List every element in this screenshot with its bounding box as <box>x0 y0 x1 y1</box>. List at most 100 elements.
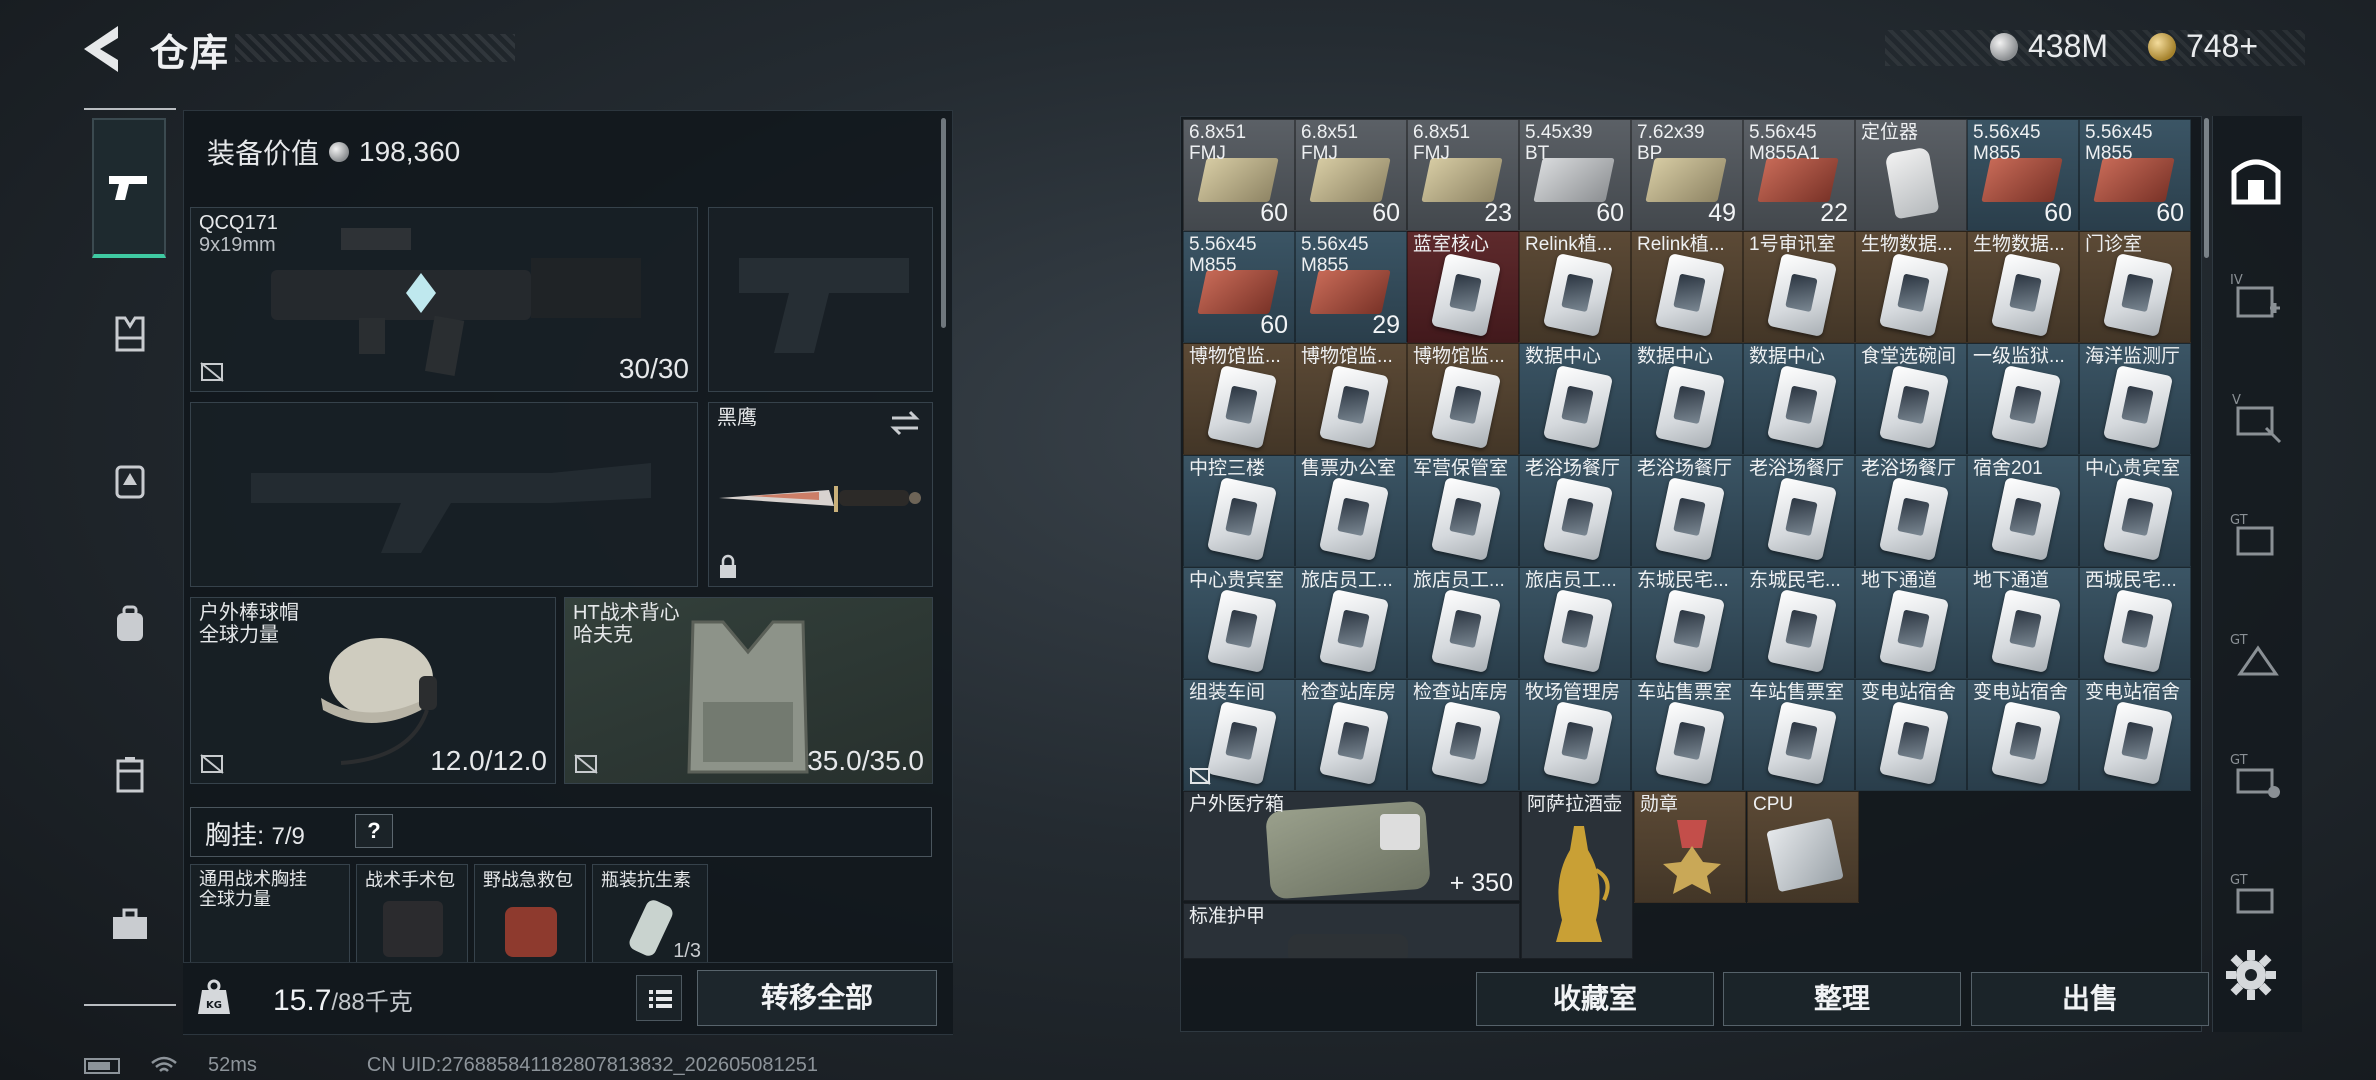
stash-cell[interactable]: 中心贵宾室 <box>1183 567 1295 679</box>
stash-cell[interactable]: 博物馆监... <box>1295 343 1407 455</box>
stash-tab-iv-icon[interactable]: IV <box>2226 268 2286 328</box>
organize-button[interactable]: 整理 <box>1723 972 1961 1026</box>
stash-cell[interactable]: 东城民宅... <box>1743 567 1855 679</box>
help-button[interactable]: ? <box>355 814 393 848</box>
stash-cell[interactable]: 数据中心 <box>1743 343 1855 455</box>
stash-cell[interactable]: 5.56x45 M855A1 22 <box>1743 119 1855 231</box>
stash-tab-gt4-icon[interactable]: GT <box>2226 868 2286 928</box>
list-view-button[interactable] <box>636 975 682 1021</box>
stash-item-flask[interactable]: 阿萨拉酒壶 <box>1521 791 1633 959</box>
sidebar-item-weapons[interactable] <box>92 118 166 258</box>
stash-cell[interactable]: 6.8x51 FMJ 60 <box>1295 119 1407 231</box>
back-button[interactable] <box>80 22 130 76</box>
melee-slot[interactable]: 黑鹰 <box>708 402 933 587</box>
helmet-slot[interactable]: 户外棒球帽 全球力量 12.0/12.0 <box>190 597 556 784</box>
stash-cell[interactable]: 变电站宿舍 <box>2079 679 2191 791</box>
stash-cell[interactable]: 食堂选碗间 <box>1855 343 1967 455</box>
stash-cell[interactable]: 东城民宅... <box>1631 567 1743 679</box>
chest-item-surgery-kit[interactable]: 战术手术包 <box>356 864 468 964</box>
stash-item-medal[interactable]: 勋章 <box>1634 791 1746 903</box>
stash-cell[interactable]: 生物数据... <box>1967 231 2079 343</box>
stash-cell[interactable]: 博物馆监... <box>1183 343 1295 455</box>
stash-cell[interactable]: 5.56x45 M855 60 <box>1967 119 2079 231</box>
swap-icon[interactable] <box>888 409 922 437</box>
stash-cell[interactable]: 车站售票室 <box>1631 679 1743 791</box>
stash-cell[interactable]: 5.56x45 M855 29 <box>1295 231 1407 343</box>
stash-cell[interactable]: 宿舍201 <box>1967 455 2079 567</box>
stash-item-standard-armor[interactable]: 标准护甲 <box>1183 903 1520 959</box>
armor-slot[interactable]: HT战术背心 哈夫克 35.0/35.0 <box>564 597 933 784</box>
stash-tab-v-icon[interactable]: V <box>2226 388 2286 448</box>
sidebar-item-id-bag[interactable] <box>94 444 166 516</box>
stash-tab-gt2-icon[interactable]: GT <box>2226 628 2286 688</box>
chest-item-first-aid[interactable]: 野战急救包 <box>474 864 586 964</box>
stash-cell[interactable]: 军营保管室 <box>1407 455 1519 567</box>
stash-tab-gt1-icon[interactable]: GT <box>2226 508 2286 568</box>
battery-icon <box>84 1057 120 1074</box>
stash-cell[interactable]: 门诊室 <box>2079 231 2191 343</box>
stash-cell[interactable]: 5.45x39 BT 60 <box>1519 119 1631 231</box>
equipment-scrollbar[interactable] <box>941 118 946 328</box>
stash-cell[interactable]: 变电站宿舍 <box>1855 679 1967 791</box>
stash-cell[interactable]: Relink植... <box>1519 231 1631 343</box>
sidebar-item-tools[interactable] <box>94 888 166 960</box>
stash-cell[interactable]: 西城民宅... <box>2079 567 2191 679</box>
gold-currency[interactable]: 748+ <box>2148 28 2258 65</box>
stash-cell[interactable]: 7.62x39 BP 49 <box>1631 119 1743 231</box>
sidebar-item-backpack[interactable] <box>94 588 166 660</box>
stash-cell[interactable]: 售票办公室 <box>1295 455 1407 567</box>
stash-cell[interactable]: 5.56x45 M855 60 <box>2079 119 2191 231</box>
stash-cell[interactable]: 定位器 <box>1855 119 1967 231</box>
keycard-icon <box>1542 364 1614 450</box>
stash-cell[interactable]: 老浴场餐厅 <box>1855 455 1967 567</box>
stash-cell[interactable]: 海洋监测厅 <box>2079 343 2191 455</box>
stash-cell[interactable]: 蓝室核心 <box>1407 231 1519 343</box>
sidearm-slot[interactable] <box>708 207 933 392</box>
stash-cell[interactable]: 组装车间 <box>1183 679 1295 791</box>
stash-cell[interactable]: 6.8x51 FMJ 23 <box>1407 119 1519 231</box>
secondary-weapon-slot[interactable] <box>190 402 698 587</box>
stash-cell[interactable]: 检查站库房 <box>1295 679 1407 791</box>
stash-cell[interactable]: 6.8x51 FMJ 60 <box>1183 119 1295 231</box>
stash-tab-gt3-icon[interactable]: GT <box>2226 748 2286 808</box>
stash-item-cpu[interactable]: CPU <box>1747 791 1859 903</box>
stash-cell[interactable]: 旅店员工... <box>1407 567 1519 679</box>
stash-cell[interactable]: 5.56x45 M855 60 <box>1183 231 1295 343</box>
primary-weapon-slot[interactable]: QCQ171 9x19mm 30/30 <box>190 207 698 392</box>
helmet-brand: 全球力量 <box>199 624 279 646</box>
sidebar-item-container[interactable] <box>94 738 166 810</box>
stash-cell[interactable]: 中控三楼 <box>1183 455 1295 567</box>
stash-item-name: 5.56x45 M855 <box>1301 234 1369 276</box>
transfer-all-button[interactable]: 转移全部 <box>697 970 937 1026</box>
stash-cell[interactable]: 变电站宿舍 <box>1967 679 2079 791</box>
sidebar-item-armor[interactable] <box>94 298 166 370</box>
stash-cell[interactable]: Relink植... <box>1631 231 1743 343</box>
stash-cell[interactable]: 中心贵宾室 <box>2079 455 2191 567</box>
stash-cell[interactable]: 数据中心 <box>1519 343 1631 455</box>
stash-cell[interactable]: 生物数据... <box>1855 231 1967 343</box>
stash-cell[interactable]: 车站售票室 <box>1743 679 1855 791</box>
stash-cell[interactable]: 老浴场餐厅 <box>1631 455 1743 567</box>
stash-cell[interactable]: 检查站库房 <box>1407 679 1519 791</box>
stash-scrollbar[interactable] <box>2204 118 2209 258</box>
chest-item-antibiotics[interactable]: 瓶装抗生素 1/3 <box>592 864 708 964</box>
stash-cell[interactable]: 老浴场餐厅 <box>1519 455 1631 567</box>
stash-cell[interactable]: 1号审讯室 <box>1743 231 1855 343</box>
equipment-value: 装备价值 198,360 <box>207 132 460 172</box>
collection-room-button[interactable]: 收藏室 <box>1476 972 1714 1026</box>
stash-cell[interactable]: 地下通道 <box>1967 567 2079 679</box>
sell-button[interactable]: 出售 <box>1971 972 2209 1026</box>
stash-cell[interactable]: 数据中心 <box>1631 343 1743 455</box>
settings-gear-icon[interactable] <box>2222 946 2280 1004</box>
stash-cell[interactable]: 旅店员工... <box>1295 567 1407 679</box>
stash-main-tab-icon[interactable] <box>2226 150 2286 210</box>
stash-item-medkit[interactable]: 户外医疗箱 + 350 <box>1183 791 1520 901</box>
stash-cell[interactable]: 地下通道 <box>1855 567 1967 679</box>
chest-rig-slot[interactable]: 通用战术胸挂 全球力量 <box>190 864 350 964</box>
stash-cell[interactable]: 博物馆监... <box>1407 343 1519 455</box>
stash-cell[interactable]: 旅店员工... <box>1519 567 1631 679</box>
silver-currency[interactable]: 438M <box>1990 28 2108 65</box>
stash-cell[interactable]: 老浴场餐厅 <box>1743 455 1855 567</box>
stash-cell[interactable]: 牧场管理房 <box>1519 679 1631 791</box>
stash-cell[interactable]: 一级监狱... <box>1967 343 2079 455</box>
